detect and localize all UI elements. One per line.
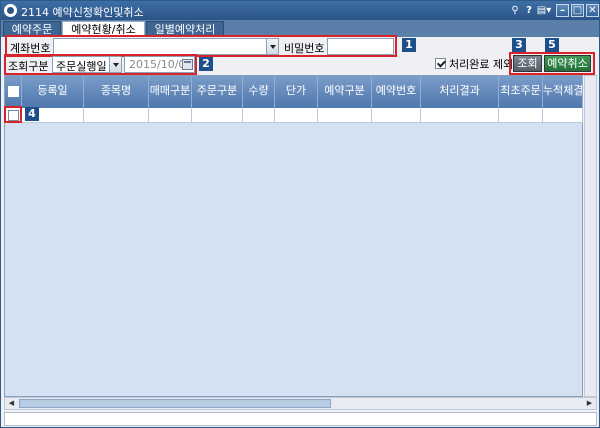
col-reservation-type[interactable]: 예약구분 (318, 76, 372, 108)
select-all-cell (5, 76, 22, 108)
app-icon (4, 4, 17, 17)
scroll-left-icon[interactable]: ◀ (6, 398, 17, 409)
col-cum-exec[interactable]: 누적체결 (543, 76, 583, 108)
close-button[interactable]: ✕ (586, 4, 599, 17)
marker-2: 2 (199, 57, 213, 71)
col-reg-date[interactable]: 등록일 (22, 76, 84, 108)
maximize-button[interactable]: □ (571, 4, 584, 17)
scroll-thumb[interactable] (19, 399, 331, 408)
marker-1: 1 (402, 38, 416, 52)
col-reservation-no[interactable]: 예약번호 (372, 76, 421, 108)
window-title: 2114 예약신청확인및취소 (21, 6, 144, 19)
vertical-scrollbar[interactable] (584, 75, 597, 397)
col-quantity[interactable]: 수량 (243, 76, 275, 108)
col-result[interactable]: 처리결과 (421, 76, 499, 108)
app-window: 2114 예약신청확인및취소 ⚲ ? ▤▾ – □ ✕ 예약주문 예약현황/취소… (0, 0, 600, 428)
highlight-box-4 (4, 106, 22, 123)
exclude-done-checkbox[interactable] (435, 58, 446, 69)
title-bar[interactable]: 2114 예약신청확인및취소 ⚲ ? ▤▾ – □ ✕ (1, 1, 599, 20)
help-icon[interactable]: ? (524, 4, 534, 17)
exclude-done-label: 처리완료 제외 (449, 58, 514, 71)
select-all-checkbox[interactable] (8, 86, 19, 97)
col-unit-price[interactable]: 단가 (275, 76, 318, 108)
col-item-name[interactable]: 종목명 (84, 76, 149, 108)
highlight-box-3-5 (509, 52, 595, 75)
table-row[interactable] (5, 108, 583, 123)
col-trade-type[interactable]: 매매구분 (149, 76, 192, 108)
horizontal-scrollbar[interactable]: ◀ ▶ (4, 397, 597, 410)
marker-4: 4 (25, 107, 39, 121)
marker-5: 5 (545, 38, 559, 52)
marker-3: 3 (512, 38, 526, 52)
highlight-box-2 (4, 54, 197, 75)
col-first-order[interactable]: 최초주문 (499, 76, 543, 108)
pin-icon[interactable]: ⚲ (509, 4, 521, 17)
reservation-grid[interactable]: 등록일 종목명 매매구분 주문구분 수량 단가 예약구분 예약번호 처리결과 최… (4, 75, 583, 397)
minimize-button[interactable]: – (556, 4, 569, 17)
scroll-right-icon[interactable]: ▶ (584, 398, 595, 409)
status-bar (4, 412, 597, 426)
menu-icon[interactable]: ▤▾ (536, 4, 552, 17)
grid-header: 등록일 종목명 매매구분 주문구분 수량 단가 예약구분 예약번호 처리결과 최… (5, 76, 583, 108)
col-order-type[interactable]: 주문구분 (192, 76, 243, 108)
